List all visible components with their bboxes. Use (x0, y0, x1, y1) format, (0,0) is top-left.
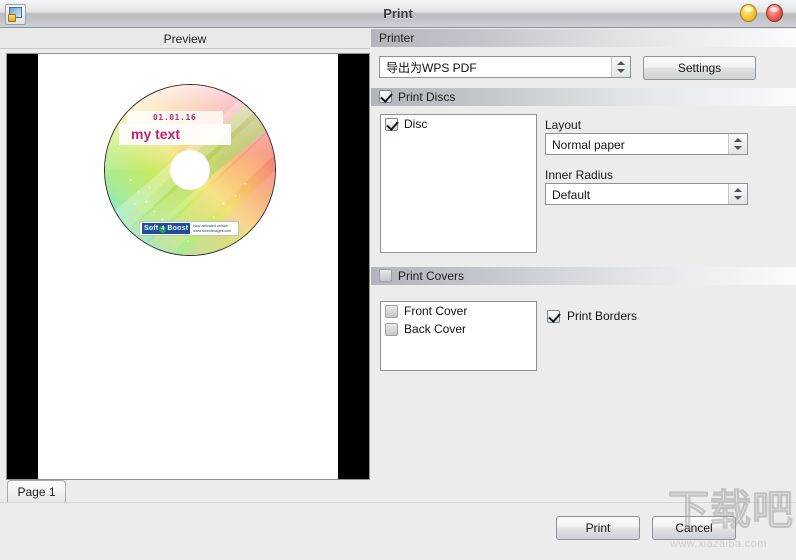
printer-section-title: Printer (379, 31, 415, 45)
dialog-footer: Print Cancel (0, 502, 796, 560)
preview-label: Preview (163, 32, 207, 46)
preview-canvas[interactable]: 01.01.16 my text Soft 4 Boost Now activate… (6, 53, 370, 480)
print-discs-checkbox[interactable] (379, 90, 392, 103)
printer-select[interactable]: 导出为WPS PDF (379, 56, 631, 78)
print-borders-label: Print Borders (567, 309, 638, 323)
disc-list[interactable]: Disc (380, 114, 537, 253)
inner-radius-select-value: Default (552, 188, 591, 202)
logo-badge: Soft 4 Boost (142, 223, 191, 234)
window-title: Print (383, 6, 413, 21)
disc-center-hole (171, 151, 209, 189)
inner-radius-label: Inner Radius (545, 168, 614, 182)
back-cover-checkbox[interactable] (385, 322, 398, 336)
print-covers-section-header[interactable]: Print Covers (371, 267, 796, 285)
disc-title-label: my text (119, 124, 231, 145)
printer-section-header: Printer (371, 29, 796, 47)
preview-header: Preview (0, 29, 370, 49)
printer-section-body: 导出为WPS PDF Settings (371, 47, 796, 88)
cancel-button[interactable]: Cancel (652, 516, 736, 540)
inner-radius-select[interactable]: Default (545, 183, 748, 205)
cover-list[interactable]: Front Cover Back Cover (380, 301, 537, 371)
layout-select[interactable]: Normal paper (545, 133, 748, 155)
print-covers-section-body: Front Cover Back Cover Print Borders (371, 285, 796, 395)
layout-label: Layout (545, 118, 582, 132)
print-discs-section-header[interactable]: Print Discs (371, 88, 796, 106)
print-borders-checkbox[interactable] (547, 309, 560, 323)
disc-item-checkbox[interactable] (385, 117, 398, 131)
list-item[interactable]: Front Cover (381, 302, 536, 320)
print-covers-section-title: Print Covers (398, 269, 465, 283)
front-cover-label: Front Cover (404, 304, 468, 318)
print-discs-section-body: Disc Layout Normal paper Inner Radius De… (371, 106, 796, 267)
layout-select-value: Normal paper (552, 138, 625, 152)
print-borders-row[interactable]: Print Borders (547, 309, 637, 323)
disc-date-label: 01.01.16 (127, 111, 223, 124)
inner-radius-select-spinner[interactable] (728, 184, 747, 204)
printer-select-value: 导出为WPS PDF (386, 61, 477, 75)
tab-page-1[interactable]: Page 1 (7, 480, 66, 504)
window-controls (740, 4, 788, 24)
print-button[interactable]: Print (556, 516, 640, 540)
disc-logo: Soft 4 Boost Now activated version www.sor… (139, 221, 239, 236)
layout-select-spinner[interactable] (728, 134, 747, 154)
back-cover-label: Back Cover (404, 322, 467, 336)
print-discs-section-title: Print Discs (398, 90, 456, 104)
list-item[interactable]: Back Cover (381, 320, 536, 338)
settings-panel: Printer 导出为WPS PDF Settings Print Discs … (371, 29, 796, 502)
print-dialog-window: Print Preview 01.01.16 my text Soft 4 Bo… (0, 0, 796, 560)
printer-settings-button[interactable]: Settings (643, 56, 756, 80)
disc-item-label: Disc (404, 117, 428, 131)
minimize-button[interactable] (740, 4, 757, 22)
logo-subtext: Now activated version www.sorentimages.c… (193, 224, 232, 233)
list-item[interactable]: Disc (381, 115, 536, 133)
preview-paper: 01.01.16 my text Soft 4 Boost Now activate… (38, 54, 338, 479)
close-button[interactable] (766, 4, 783, 22)
title-bar: Print (0, 0, 796, 28)
printer-select-spinner[interactable] (611, 57, 630, 77)
disc-preview: 01.01.16 my text Soft 4 Boost Now activate… (104, 84, 276, 256)
front-cover-checkbox[interactable] (385, 304, 398, 318)
print-covers-checkbox[interactable] (379, 269, 392, 282)
